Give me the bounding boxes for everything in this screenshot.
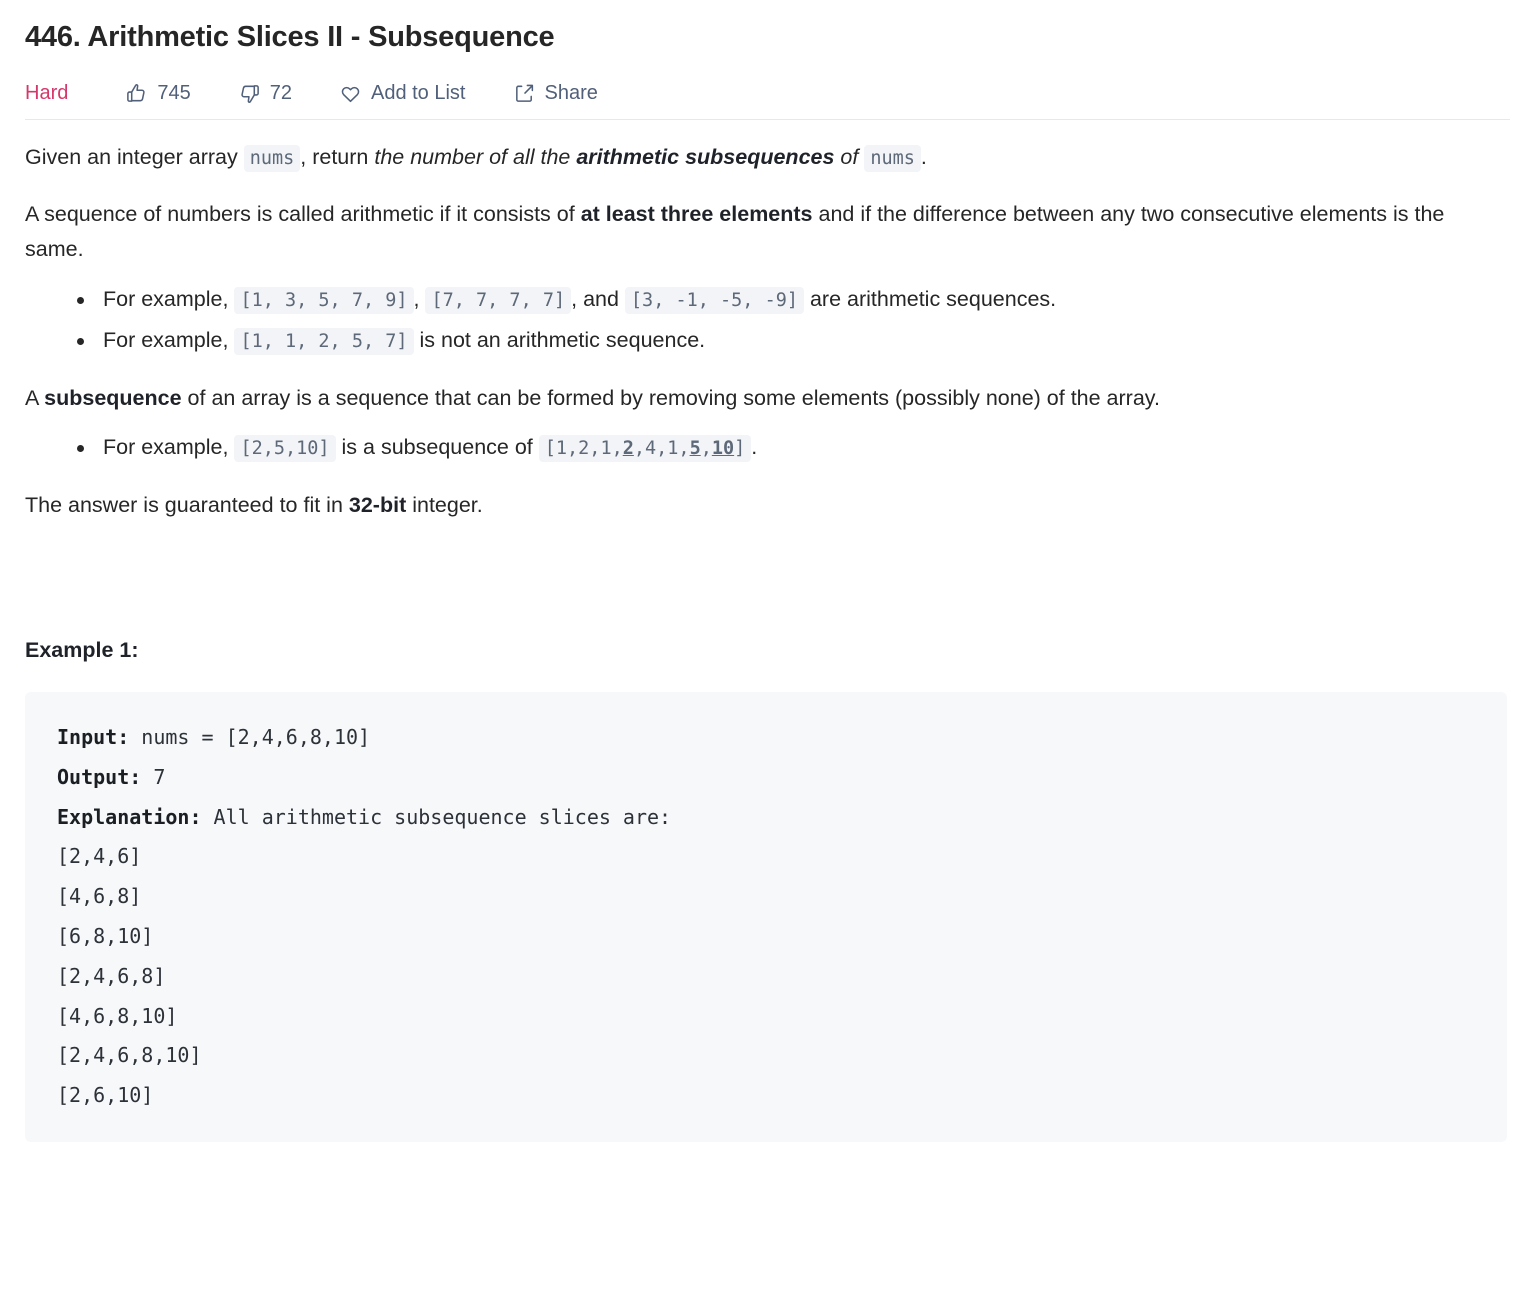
dislike-button[interactable]: 72 [238,82,292,105]
output-label: Output: [57,764,142,789]
bullet2-text-1: For example, [103,327,235,352]
dislike-count: 72 [269,81,292,104]
code-part-4: ] [734,438,746,460]
description-paragraph-4: The answer is guaranteed to fit in 32-bi… [25,488,1507,523]
add-to-list-button[interactable]: Add to List [339,82,466,105]
slice-line: [6,8,10] [57,924,154,948]
heart-icon [339,82,362,105]
bullet3-text-2: is a subsequence of [335,435,539,460]
slice-line: [4,6,8,10] [57,1003,178,1028]
inline-code-array-highlighted: [1,2,1,2,4,1,5,10] [538,435,752,463]
para1-text-2: , return [300,145,375,170]
slice-line: [2,4,6,8,10] [57,1043,202,1068]
page-title: 446. Arithmetic Slices II - Subsequence [25,21,555,53]
inline-code-nums-2: nums [864,145,921,173]
slice-line: [2,4,6] [57,844,142,869]
inline-code-seq-1: [1, 3, 5, 7, 9] [234,286,414,314]
para1-em-1: the number of all the [374,145,577,170]
subsequence-example-list: For example, [2,5,10] is a subsequence o… [25,429,1507,466]
bullet2-text-2: is not an arithmetic sequence. [413,327,706,352]
list-item: For example, [2,5,10] is a subsequence o… [77,429,1507,466]
inline-code-subseq: [2,5,10] [234,435,336,463]
description-paragraph-3: A subsequence of an array is a sequence … [25,381,1507,416]
share-button[interactable]: Share [513,82,598,105]
para1-text-3: . [920,145,927,170]
code-part-3: , [700,438,712,460]
para4-text-2: integer. [406,493,483,518]
difficulty-badge: Hard [25,81,69,104]
code-bold-2: 5 [689,438,701,460]
explanation-label: Explanation: [57,804,202,829]
like-button[interactable]: 745 [125,81,191,105]
code-part-2: ,4,1, [633,438,690,460]
arithmetic-examples-list: For example, [1, 3, 5, 7, 9], [7, 7, 7, … [25,281,1507,359]
para3-strong-1: subsequence [44,385,182,410]
thumbs-up-icon [125,82,148,105]
example-1-code-block: Input: nums = [2,4,6,8,10] Output: 7 Exp… [25,692,1507,1142]
list-item: For example, [1, 1, 2, 5, 7] is not an a… [77,322,1507,359]
para3-text-2: of an array is a sequence that can be fo… [181,385,1160,410]
description-paragraph-1: Given an integer array nums, return the … [25,140,1507,175]
slice-line: [4,6,8] [57,884,142,909]
para4-strong-1: 32-bit [348,493,407,518]
bullet1-text-4: are arithmetic sequences. [804,286,1057,311]
problem-description: Given an integer array nums, return the … [25,120,1507,1142]
para1-em-strong: arithmetic subsequences [576,145,835,170]
like-count: 745 [157,81,191,104]
slice-line: [2,4,6,8] [57,963,166,988]
share-icon [513,82,536,105]
inline-code-seq-2: [7, 7, 7, 7] [425,286,572,314]
slice-line: [2,6,10] [57,1083,154,1108]
explanation-value: All arithmetic subsequence slices are: [201,804,672,829]
description-paragraph-2: A sequence of numbers is called arithmet… [25,197,1507,267]
list-item: For example, [1, 3, 5, 7, 9], [7, 7, 7, … [77,281,1507,318]
problem-page: 446. Arithmetic Slices II - Subsequence … [0,0,1532,1142]
add-to-list-label: Add to List [370,81,466,104]
code-bold-3: 10 [711,438,735,460]
bullet1-text-1: For example, [103,286,235,311]
para2-text-1: A sequence of numbers is called arithmet… [25,201,581,226]
code-part-1: [1,2,1, [544,438,623,460]
problem-meta-toolbar: Hard 745 72 Add to List Share [25,67,1507,119]
inline-code-nums: nums [243,145,301,173]
code-bold-1: 2 [622,438,634,460]
para3-text-1: A [25,385,45,410]
input-value: nums = [2,4,6,8,10] [129,725,371,750]
example-1-heading: Example 1: [25,638,139,663]
para4-text-1: The answer is guaranteed to fit in [25,493,349,518]
para1-em-2: of [834,145,865,170]
inline-code-seq-4: [1, 1, 2, 5, 7] [234,327,414,355]
inline-code-seq-3: [3, -1, -5, -9] [624,286,804,314]
bullet1-text-3: , and [571,286,625,311]
output-value: 7 [141,764,166,789]
input-label: Input: [57,725,130,750]
thumbs-down-icon [238,82,261,105]
bullet1-text-2: , [413,286,426,311]
bullet3-text-1: For example, [103,435,235,460]
para1-text-1: Given an integer array [25,145,244,170]
share-label: Share [544,81,598,104]
para2-strong-1: at least three elements [580,201,813,226]
bullet3-text-3: . [751,435,758,460]
